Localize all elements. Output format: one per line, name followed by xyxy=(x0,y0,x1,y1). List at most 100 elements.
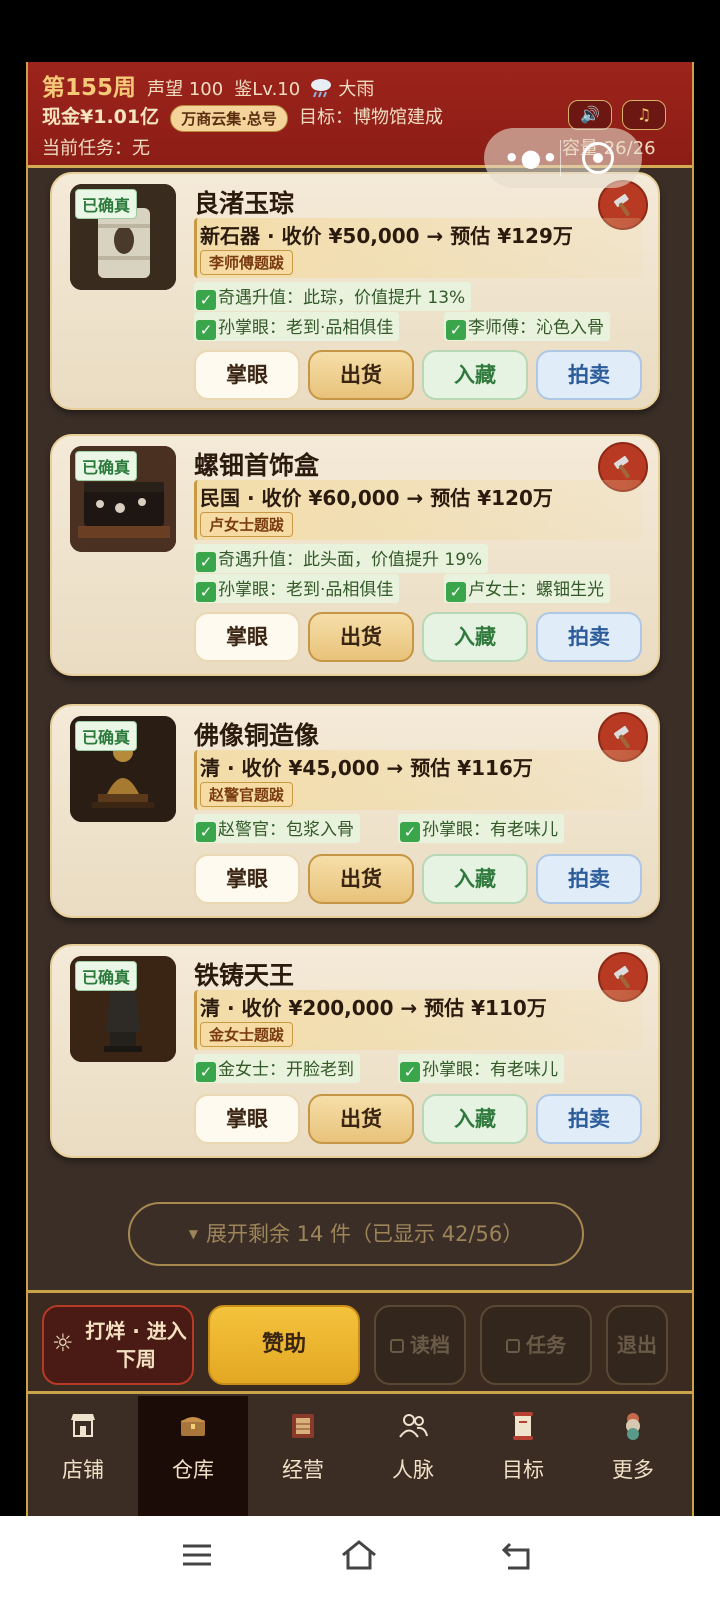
tab-goals[interactable]: 目标 xyxy=(468,1396,578,1516)
action-bar: ☼ 打烊 · 进入下周 赞助 读档 任务 退出 xyxy=(28,1290,692,1394)
item-thumbnail: 已确真 xyxy=(70,956,176,1062)
trait-tag: ✓ 金女士：开脸老到 xyxy=(194,1054,360,1083)
next-week-button[interactable]: ☼ 打烊 · 进入下周 xyxy=(42,1305,194,1385)
item-thumbnail: 已确真 xyxy=(70,716,176,822)
item-card: 已确真 佛像铜造像 清 · 收价 ¥45,000 → 预估 ¥116万 赵警官题… xyxy=(50,704,660,918)
task-icon xyxy=(506,1339,520,1353)
check-icon: ✓ xyxy=(196,822,216,842)
rain-cloud-icon xyxy=(309,77,333,103)
price-band: 清 · 收价 ¥45,000 → 预估 ¥116万 赵警官题跋 xyxy=(194,750,642,810)
back-icon[interactable] xyxy=(500,1538,534,1572)
ledger-icon xyxy=(292,1414,314,1438)
system-navigation-bar xyxy=(0,1516,720,1600)
item-name: 螺钿首饰盒 xyxy=(194,451,320,480)
check-icon: ✓ xyxy=(196,320,216,340)
tab-more[interactable]: 更多 xyxy=(578,1396,688,1516)
miniprogram-capsule: •●• xyxy=(484,128,642,188)
menu-icon[interactable] xyxy=(180,1538,214,1572)
authenticated-badge: 已确真 xyxy=(75,189,138,219)
tab-shop[interactable]: 店铺 xyxy=(28,1396,138,1516)
goal-text: 目标：博物馆建成 xyxy=(299,107,443,128)
trait-tag: ✓ 赵警官：包浆入骨 xyxy=(194,814,360,843)
appraise-button[interactable]: 掌眼 xyxy=(194,350,300,400)
inscription-tag: 卢女士题跋 xyxy=(200,512,294,537)
task-button[interactable]: 任务 xyxy=(480,1305,592,1385)
week-counter: 第155周 xyxy=(42,75,137,101)
authenticated-badge: 已确真 xyxy=(75,721,138,751)
auction-button[interactable]: 拍卖 xyxy=(536,854,642,904)
appraisal-level: 鉴Lv.10 xyxy=(234,79,301,100)
tab-warehouse[interactable]: 仓库 xyxy=(138,1396,248,1516)
sell-button[interactable]: 出货 xyxy=(308,350,414,400)
shop-icon xyxy=(71,1414,95,1437)
trait-tag: ✓ 奇遇升值：此头面，价值提升 19% xyxy=(194,544,489,573)
cash-amount: 现金¥1.01亿 xyxy=(42,106,160,128)
inscription-tag: 金女士题跋 xyxy=(200,1022,294,1047)
auction-button[interactable]: 拍卖 xyxy=(536,612,642,662)
load-save-button[interactable]: 读档 xyxy=(374,1305,466,1385)
bottom-tab-bar: 店铺 仓库 经营 人脉 目标 更多 xyxy=(28,1396,692,1516)
item-thumbnail: 已确真 xyxy=(70,184,176,290)
expand-remaining-button[interactable]: ▼ 展开剩余 14 件（已显示 42/56） xyxy=(128,1202,584,1266)
trait-tag: ✓ 奇遇升值：此琮，价值提升 13% xyxy=(194,282,472,311)
price-band: 民国 · 收价 ¥60,000 → 预估 ¥120万 卢女士题跋 xyxy=(194,480,642,540)
close-target-icon[interactable] xyxy=(582,142,614,174)
trait-tag: ✓ 孙掌眼：老到·品相俱佳 xyxy=(194,312,400,341)
item-card: 已确真 铁铸天王 清 · 收价 ¥200,000 → 预估 ¥110万 金女士题… xyxy=(50,944,660,1158)
capsule-divider xyxy=(560,140,561,176)
tab-operations[interactable]: 经营 xyxy=(248,1396,358,1516)
price-line: 清 · 收价 ¥200,000 → 预估 ¥110万 xyxy=(200,996,547,1020)
inscription-tag: 李师傅题跋 xyxy=(200,250,294,275)
item-name: 佛像铜造像 xyxy=(194,721,320,750)
exit-button[interactable]: 退出 xyxy=(606,1305,668,1385)
speaker-icon[interactable]: 🔊 xyxy=(568,100,612,130)
collect-button[interactable]: 入藏 xyxy=(422,612,528,662)
header-row-2: 现金¥1.01亿 万商云集·总号 目标：博物馆建成 xyxy=(42,102,443,132)
sell-button[interactable]: 出货 xyxy=(308,1094,414,1144)
tab-contacts[interactable]: 人脉 xyxy=(358,1396,468,1516)
sell-button[interactable]: 出货 xyxy=(308,854,414,904)
collect-button[interactable]: 入藏 xyxy=(422,1094,528,1144)
app-frame: 第155周 声望 100 鉴Lv.10 大雨 现金¥1.01亿 万商云集·总号 … xyxy=(26,62,694,1516)
trait-tag: ✓ 李师傅：沁色入骨 xyxy=(444,312,610,341)
reputation: 声望 100 xyxy=(147,79,224,100)
current-task: 当前任务：无 xyxy=(42,138,150,159)
sell-button[interactable]: 出货 xyxy=(308,612,414,662)
check-icon: ✓ xyxy=(196,290,216,310)
item-thumbnail: 已确真 xyxy=(70,446,176,552)
trait-tag: ✓ 孙掌眼：有老味儿 xyxy=(398,1054,564,1083)
appraise-button[interactable]: 掌眼 xyxy=(194,854,300,904)
next-week-label: 打烊 · 进入下周 xyxy=(85,1319,187,1371)
music-note-icon[interactable]: ♫ xyxy=(622,100,666,130)
trait-tag: ✓ 孙掌眼：老到·品相俱佳 xyxy=(194,574,400,603)
price-band: 清 · 收价 ¥200,000 → 预估 ¥110万 金女士题跋 xyxy=(194,990,642,1050)
item-name: 良渚玉琮 xyxy=(194,189,295,218)
header-row-1: 第155周 声望 100 鉴Lv.10 大雨 xyxy=(42,68,374,103)
warehouse-chest-icon xyxy=(181,1417,205,1436)
sponsor-button[interactable]: 赞助 xyxy=(208,1305,360,1385)
item-name: 铁铸天王 xyxy=(194,961,295,990)
item-card: 已确真 良渚玉琮 新石器 · 收价 ¥50,000 → 预估 ¥129万 李师傅… xyxy=(50,172,660,410)
auction-button[interactable]: 拍卖 xyxy=(536,1094,642,1144)
auction-button[interactable]: 拍卖 xyxy=(536,350,642,400)
collect-button[interactable]: 入藏 xyxy=(422,350,528,400)
authenticated-badge: 已确真 xyxy=(75,961,138,991)
authenticated-badge: 已确真 xyxy=(75,451,138,481)
price-line: 民国 · 收价 ¥60,000 → 预估 ¥120万 xyxy=(200,486,553,510)
collect-button[interactable]: 入藏 xyxy=(422,854,528,904)
weather-label: 大雨 xyxy=(338,79,375,100)
more-icon xyxy=(626,1413,640,1440)
check-icon: ✓ xyxy=(400,822,420,842)
price-band: 新石器 · 收价 ¥50,000 → 预估 ¥129万 李师傅题跋 xyxy=(194,218,642,278)
check-icon: ✓ xyxy=(446,582,466,602)
merchant-badge: 万商云集·总号 xyxy=(170,105,288,132)
price-line: 清 · 收价 ¥45,000 → 预估 ¥116万 xyxy=(200,756,533,780)
sun-icon: ☼ xyxy=(52,1329,74,1357)
appraise-button[interactable]: 掌眼 xyxy=(194,612,300,662)
check-icon: ✓ xyxy=(196,1062,216,1082)
price-line: 新石器 · 收价 ¥50,000 → 预估 ¥129万 xyxy=(200,224,573,248)
more-dots-icon[interactable]: •●• xyxy=(504,144,559,172)
home-icon[interactable] xyxy=(340,1538,378,1572)
appraise-button[interactable]: 掌眼 xyxy=(194,1094,300,1144)
check-icon: ✓ xyxy=(400,1062,420,1082)
